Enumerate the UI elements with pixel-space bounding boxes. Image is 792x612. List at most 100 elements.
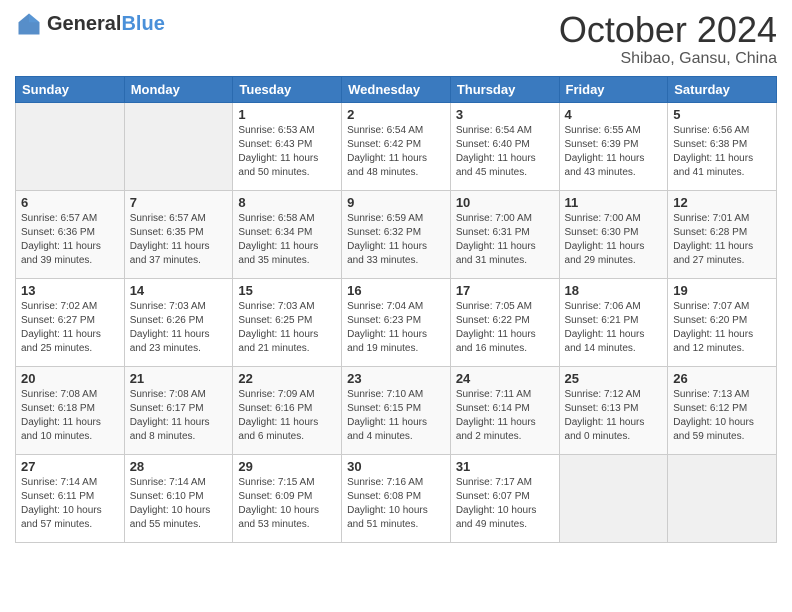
day-number: 19 bbox=[673, 283, 771, 298]
calendar-cell bbox=[16, 102, 125, 190]
location-title: Shibao, Gansu, China bbox=[559, 50, 777, 68]
day-number: 15 bbox=[238, 283, 336, 298]
day-detail: Sunrise: 7:06 AM Sunset: 6:21 PM Dayligh… bbox=[565, 300, 663, 356]
calendar-cell: 31Sunrise: 7:17 AM Sunset: 6:07 PM Dayli… bbox=[450, 454, 559, 542]
logo-general: General bbox=[47, 13, 121, 35]
day-detail: Sunrise: 7:17 AM Sunset: 6:07 PM Dayligh… bbox=[456, 476, 554, 532]
page-container: GeneralBlue October 2024 Shibao, Gansu, … bbox=[0, 0, 792, 553]
day-number: 22 bbox=[238, 371, 336, 386]
calendar-cell: 11Sunrise: 7:00 AM Sunset: 6:30 PM Dayli… bbox=[559, 190, 668, 278]
day-number: 12 bbox=[673, 195, 771, 210]
day-number: 13 bbox=[21, 283, 119, 298]
day-number: 9 bbox=[347, 195, 445, 210]
weekday-header-sunday: Sunday bbox=[16, 76, 125, 102]
day-detail: Sunrise: 7:03 AM Sunset: 6:25 PM Dayligh… bbox=[238, 300, 336, 356]
calendar-cell: 18 Sunrise: 7:06 AM Sunset: 6:21 PM Dayli… bbox=[559, 278, 668, 366]
day-number: 28 bbox=[130, 459, 228, 474]
calendar-cell: 8 Sunrise: 6:58 AM Sunset: 6:34 PM Daylig… bbox=[233, 190, 342, 278]
day-detail: Sunrise: 7:08 AM Sunset: 6:18 PM Dayligh… bbox=[21, 388, 119, 444]
day-number: 6 bbox=[21, 195, 119, 210]
logo: GeneralBlue bbox=[15, 10, 165, 38]
weekday-header-wednesday: Wednesday bbox=[342, 76, 451, 102]
calendar-week-2: 6 Sunrise: 6:57 AM Sunset: 6:36 PM Daylig… bbox=[16, 190, 777, 278]
calendar-cell: 23 Sunrise: 7:10 AM Sunset: 6:15 PM Dayli… bbox=[342, 366, 451, 454]
calendar-table: SundayMondayTuesdayWednesdayThursdayFrid… bbox=[15, 76, 777, 543]
weekday-header-saturday: Saturday bbox=[668, 76, 777, 102]
calendar-cell: 7 Sunrise: 6:57 AM Sunset: 6:35 PM Daylig… bbox=[124, 190, 233, 278]
day-detail: Sunrise: 7:04 AM Sunset: 6:23 PM Dayligh… bbox=[347, 300, 445, 356]
calendar-week-4: 20 Sunrise: 7:08 AM Sunset: 6:18 PM Dayli… bbox=[16, 366, 777, 454]
calendar-cell: 29 Sunrise: 7:15 AM Sunset: 6:09 PM Dayli… bbox=[233, 454, 342, 542]
day-detail: Sunrise: 7:14 AM Sunset: 6:10 PM Dayligh… bbox=[130, 476, 228, 532]
day-number: 4 bbox=[565, 107, 663, 122]
day-number: 5 bbox=[673, 107, 771, 122]
calendar-cell: 5 Sunrise: 6:56 AM Sunset: 6:38 PM Daylig… bbox=[668, 102, 777, 190]
day-number: 2 bbox=[347, 107, 445, 122]
day-number: 29 bbox=[238, 459, 336, 474]
day-detail: Sunrise: 7:09 AM Sunset: 6:16 PM Dayligh… bbox=[238, 388, 336, 444]
day-detail: Sunrise: 7:16 AM Sunset: 6:08 PM Dayligh… bbox=[347, 476, 445, 532]
day-number: 8 bbox=[238, 195, 336, 210]
day-detail: Sunrise: 7:13 AM Sunset: 6:12 PM Dayligh… bbox=[673, 388, 771, 444]
day-number: 23 bbox=[347, 371, 445, 386]
calendar-cell: 28 Sunrise: 7:14 AM Sunset: 6:10 PM Dayli… bbox=[124, 454, 233, 542]
calendar-cell: 10Sunrise: 7:00 AM Sunset: 6:31 PM Dayli… bbox=[450, 190, 559, 278]
calendar-cell: 25Sunrise: 7:12 AM Sunset: 6:13 PM Dayli… bbox=[559, 366, 668, 454]
day-detail: Sunrise: 6:54 AM Sunset: 6:40 PM Dayligh… bbox=[456, 124, 554, 180]
weekday-header-thursday: Thursday bbox=[450, 76, 559, 102]
day-detail: Sunrise: 7:11 AM Sunset: 6:14 PM Dayligh… bbox=[456, 388, 554, 444]
calendar-cell bbox=[124, 102, 233, 190]
day-detail: Sunrise: 7:15 AM Sunset: 6:09 PM Dayligh… bbox=[238, 476, 336, 532]
day-detail: Sunrise: 6:53 AM Sunset: 6:43 PM Dayligh… bbox=[238, 124, 336, 180]
day-detail: Sunrise: 7:10 AM Sunset: 6:15 PM Dayligh… bbox=[347, 388, 445, 444]
calendar-cell: 12 Sunrise: 7:01 AM Sunset: 6:28 PM Dayli… bbox=[668, 190, 777, 278]
calendar-cell: 17Sunrise: 7:05 AM Sunset: 6:22 PM Dayli… bbox=[450, 278, 559, 366]
day-detail: Sunrise: 6:57 AM Sunset: 6:35 PM Dayligh… bbox=[130, 212, 228, 268]
calendar-cell bbox=[559, 454, 668, 542]
day-number: 3 bbox=[456, 107, 554, 122]
title-block: October 2024 Shibao, Gansu, China bbox=[559, 10, 777, 68]
calendar-cell: 2 Sunrise: 6:54 AM Sunset: 6:42 PM Daylig… bbox=[342, 102, 451, 190]
day-detail: Sunrise: 6:58 AM Sunset: 6:34 PM Dayligh… bbox=[238, 212, 336, 268]
weekday-header-row: SundayMondayTuesdayWednesdayThursdayFrid… bbox=[16, 76, 777, 102]
calendar-cell: 20 Sunrise: 7:08 AM Sunset: 6:18 PM Dayli… bbox=[16, 366, 125, 454]
day-number: 1 bbox=[238, 107, 336, 122]
day-detail: Sunrise: 6:59 AM Sunset: 6:32 PM Dayligh… bbox=[347, 212, 445, 268]
day-number: 18 bbox=[565, 283, 663, 298]
calendar-cell: 6 Sunrise: 6:57 AM Sunset: 6:36 PM Daylig… bbox=[16, 190, 125, 278]
day-detail: Sunrise: 7:12 AM Sunset: 6:13 PM Dayligh… bbox=[565, 388, 663, 444]
calendar-cell: 16Sunrise: 7:04 AM Sunset: 6:23 PM Dayli… bbox=[342, 278, 451, 366]
calendar-cell: 30Sunrise: 7:16 AM Sunset: 6:08 PM Dayli… bbox=[342, 454, 451, 542]
day-number: 27 bbox=[21, 459, 119, 474]
calendar-cell: 24 Sunrise: 7:11 AM Sunset: 6:14 PM Dayli… bbox=[450, 366, 559, 454]
calendar-cell: 15 Sunrise: 7:03 AM Sunset: 6:25 PM Dayli… bbox=[233, 278, 342, 366]
calendar-cell bbox=[668, 454, 777, 542]
day-number: 10 bbox=[456, 195, 554, 210]
weekday-header-tuesday: Tuesday bbox=[233, 76, 342, 102]
day-number: 21 bbox=[130, 371, 228, 386]
day-number: 20 bbox=[21, 371, 119, 386]
calendar-week-3: 13Sunrise: 7:02 AM Sunset: 6:27 PM Dayli… bbox=[16, 278, 777, 366]
calendar-cell: 26Sunrise: 7:13 AM Sunset: 6:12 PM Dayli… bbox=[668, 366, 777, 454]
logo-icon bbox=[15, 10, 43, 38]
day-number: 11 bbox=[565, 195, 663, 210]
day-detail: Sunrise: 6:56 AM Sunset: 6:38 PM Dayligh… bbox=[673, 124, 771, 180]
calendar-week-1: 1 Sunrise: 6:53 AM Sunset: 6:43 PM Daylig… bbox=[16, 102, 777, 190]
logo-text: GeneralBlue bbox=[47, 13, 165, 36]
day-number: 7 bbox=[130, 195, 228, 210]
calendar-week-5: 27Sunrise: 7:14 AM Sunset: 6:11 PM Dayli… bbox=[16, 454, 777, 542]
calendar-cell: 3 Sunrise: 6:54 AM Sunset: 6:40 PM Daylig… bbox=[450, 102, 559, 190]
day-detail: Sunrise: 7:08 AM Sunset: 6:17 PM Dayligh… bbox=[130, 388, 228, 444]
calendar-cell: 21 Sunrise: 7:08 AM Sunset: 6:17 PM Dayli… bbox=[124, 366, 233, 454]
logo-blue-text: Blue bbox=[121, 13, 164, 35]
day-detail: Sunrise: 7:01 AM Sunset: 6:28 PM Dayligh… bbox=[673, 212, 771, 268]
day-detail: Sunrise: 6:54 AM Sunset: 6:42 PM Dayligh… bbox=[347, 124, 445, 180]
calendar-cell: 22 Sunrise: 7:09 AM Sunset: 6:16 PM Dayli… bbox=[233, 366, 342, 454]
day-detail: Sunrise: 7:07 AM Sunset: 6:20 PM Dayligh… bbox=[673, 300, 771, 356]
day-number: 14 bbox=[130, 283, 228, 298]
header: GeneralBlue October 2024 Shibao, Gansu, … bbox=[15, 10, 777, 68]
day-detail: Sunrise: 7:05 AM Sunset: 6:22 PM Dayligh… bbox=[456, 300, 554, 356]
day-number: 24 bbox=[456, 371, 554, 386]
day-detail: Sunrise: 6:57 AM Sunset: 6:36 PM Dayligh… bbox=[21, 212, 119, 268]
calendar-cell: 14Sunrise: 7:03 AM Sunset: 6:26 PM Dayli… bbox=[124, 278, 233, 366]
